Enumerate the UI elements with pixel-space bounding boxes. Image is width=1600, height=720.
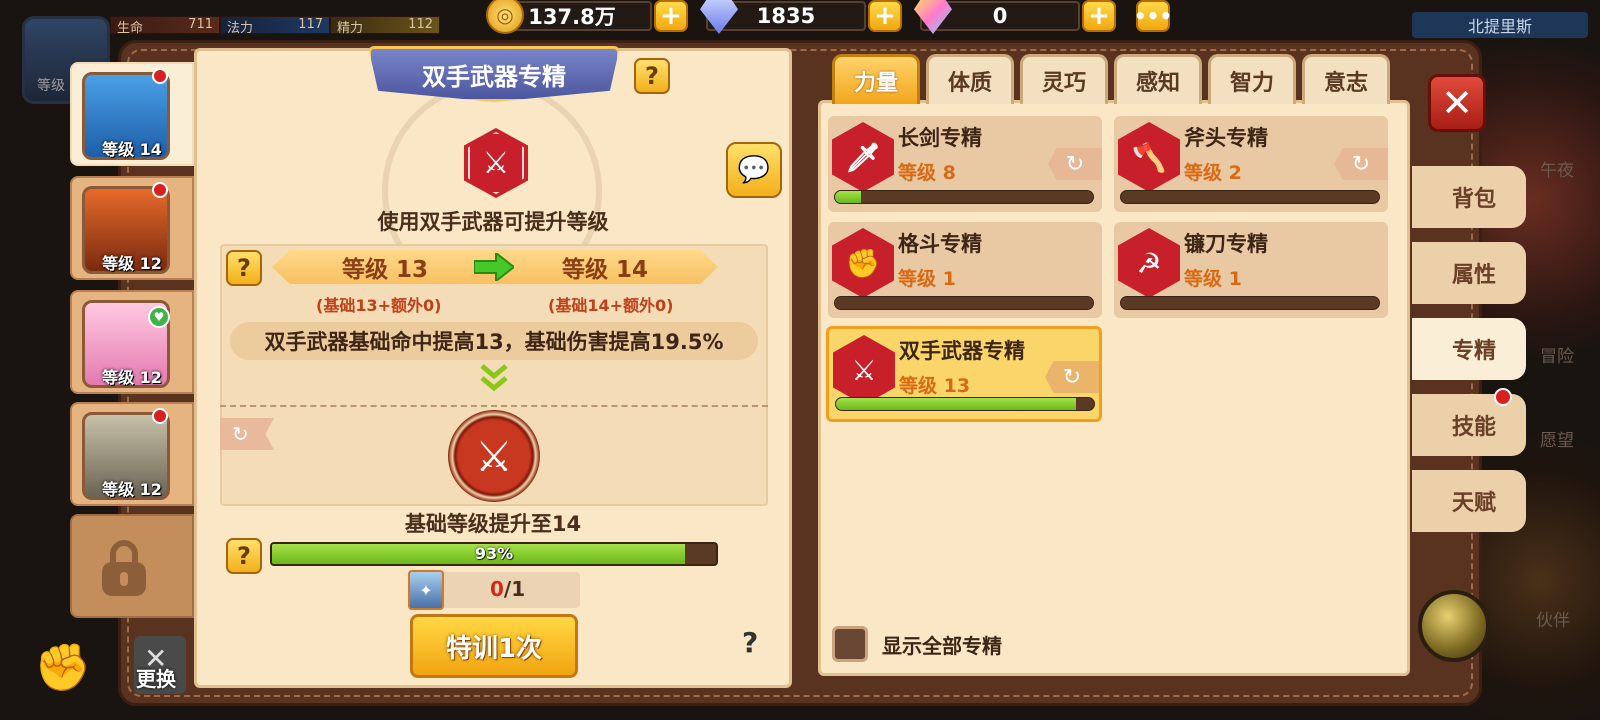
close-button[interactable]: ✕ (1428, 74, 1486, 132)
spec-card[interactable]: ✊ 格斗专精 等级 1 (828, 222, 1102, 318)
spec-card[interactable]: ☭ 镰刀专精 等级 1 (1114, 222, 1388, 318)
tab-will[interactable]: 意志 (1302, 54, 1390, 104)
tab-strength[interactable]: 力量 (832, 54, 920, 104)
level-from: 等级 13 (342, 257, 429, 283)
hero-level: 等级 12 (102, 254, 162, 273)
notification-dot (152, 408, 168, 424)
bg-label-night: 午夜 (1540, 161, 1574, 181)
bg-label-adventure: 冒险 (1540, 347, 1574, 367)
chevron-down-icon (480, 364, 508, 392)
refresh-icon[interactable]: ↻ (1048, 148, 1102, 180)
notification-dot (1494, 388, 1512, 406)
side-tab-attributes[interactable]: 属性 (1412, 242, 1526, 304)
mp-stat: 法力 117 (220, 16, 330, 36)
region-name[interactable]: 北提里斯 (1412, 12, 1588, 38)
two-hand-weapon-icon: ⚔ (833, 335, 895, 405)
shield-badge-icon: ♥ (148, 306, 170, 328)
detail-subtitle: 使用双手武器可提升等级 (377, 210, 609, 234)
notification-dot (152, 182, 168, 198)
axe-icon: 🪓 (1118, 122, 1180, 192)
hero-slot-4[interactable]: 等级 12 (70, 402, 194, 506)
swap-button[interactable]: ✕ 更换 (134, 636, 186, 694)
effect-description: 双手武器基础命中提高13，基础伤害提高19.5% (230, 322, 758, 360)
divider (220, 405, 768, 407)
skill-book-icon: ⚔ (448, 410, 540, 502)
diamond-resource: 1835 (700, 0, 866, 34)
spec-card[interactable]: 🪓 斧头专精 等级 2 ↻ (1114, 116, 1388, 212)
spec-progress-bar (834, 190, 1094, 204)
bg-label-partner: 伙伴 (1536, 611, 1570, 631)
refresh-icon[interactable]: ↻ (1334, 148, 1388, 180)
training-manual-icon[interactable]: ✦ (408, 570, 444, 610)
tab-constitution[interactable]: 体质 (926, 54, 1014, 104)
show-all-toggle[interactable]: 显示全部专精 (832, 626, 1002, 662)
spec-progress-bar (1120, 190, 1380, 204)
level-help-button[interactable]: ? (226, 250, 262, 286)
hero-slot-1[interactable]: 等级 14 (70, 62, 194, 166)
hero-level: 等级 14 (102, 140, 162, 159)
level-to-note: (基础14+额外0) (548, 296, 674, 315)
upgrade-progress-bar: 93% (270, 542, 718, 566)
ellipsis-icon[interactable]: ••• (1134, 0, 1172, 32)
spec-card-selected[interactable]: ⚔ 双手武器专精 等级 13 ↻ (826, 326, 1102, 422)
base-upgrade-text: 基础等级提升至14 (404, 512, 582, 536)
refresh-icon[interactable]: ↻ (1045, 361, 1099, 393)
hero-level: 等级 12 (102, 368, 162, 387)
title-help-button[interactable]: ? (634, 58, 670, 94)
item-count: 0/1 (490, 577, 526, 601)
hp-stat: 生命 711 (110, 16, 220, 36)
crystal-resource: 0 (914, 0, 1080, 34)
hero-slot-2[interactable]: 等级 12 (70, 176, 194, 280)
player-level-label: 等级 (37, 78, 65, 94)
sp-stat: 精力 112 (330, 16, 440, 36)
help-icon[interactable]: ? (742, 626, 758, 659)
show-all-checkbox[interactable] (832, 626, 868, 662)
menu-orb-icon[interactable] (1418, 590, 1490, 662)
handshake-icon[interactable]: ✊ (34, 640, 96, 702)
hero-slot-3[interactable]: ♥ 等级 12 (70, 290, 194, 394)
scythe-icon: ☭ (1118, 228, 1180, 298)
tab-dexterity[interactable]: 灵巧 (1020, 54, 1108, 104)
progress-help-button[interactable]: ? (226, 538, 262, 574)
side-tab-specialization[interactable]: 专精 (1412, 318, 1526, 380)
item-requirement: ✦ 0/1 (408, 570, 580, 610)
spec-progress-bar (835, 397, 1095, 411)
side-tab-skills[interactable]: 技能 (1412, 388, 1526, 456)
train-button[interactable]: 特训1次 (410, 614, 578, 678)
level-to: 等级 14 (561, 257, 648, 283)
add-diamond-button[interactable]: + (868, 0, 902, 32)
tab-intelligence[interactable]: 智力 (1208, 54, 1296, 104)
chat-icon[interactable]: 💬 (726, 142, 782, 198)
notification-dot (152, 68, 168, 84)
bg-label-hope: 愿望 (1540, 431, 1574, 451)
spec-progress-bar (1120, 296, 1380, 310)
arrow-right-icon (474, 253, 514, 281)
lock-icon (102, 540, 146, 596)
hero-slot-locked[interactable] (70, 514, 194, 618)
tab-perception[interactable]: 感知 (1114, 54, 1202, 104)
spec-card[interactable]: 🗡 长剑专精 等级 8 ↻ (828, 116, 1102, 212)
coin-resource: 137.8万 ◎ (486, 0, 652, 34)
add-coin-button[interactable]: + (654, 0, 688, 32)
stat-strip: 生命 711 法力 117 精力 112 (110, 16, 440, 36)
add-crystal-button[interactable]: + (1082, 0, 1116, 32)
show-all-label: 显示全部专精 (882, 633, 1002, 658)
progress-text: 93% (474, 544, 514, 563)
fist-icon: ✊ (832, 228, 894, 298)
spec-progress-bar (834, 296, 1094, 310)
level-from-note: (基础13+额外0) (316, 296, 442, 315)
side-tab-talents[interactable]: 天赋 (1412, 470, 1526, 532)
sword-icon: 🗡 (832, 122, 894, 192)
hero-level: 等级 12 (102, 480, 162, 499)
side-tab-inventory[interactable]: 背包 (1412, 166, 1526, 228)
